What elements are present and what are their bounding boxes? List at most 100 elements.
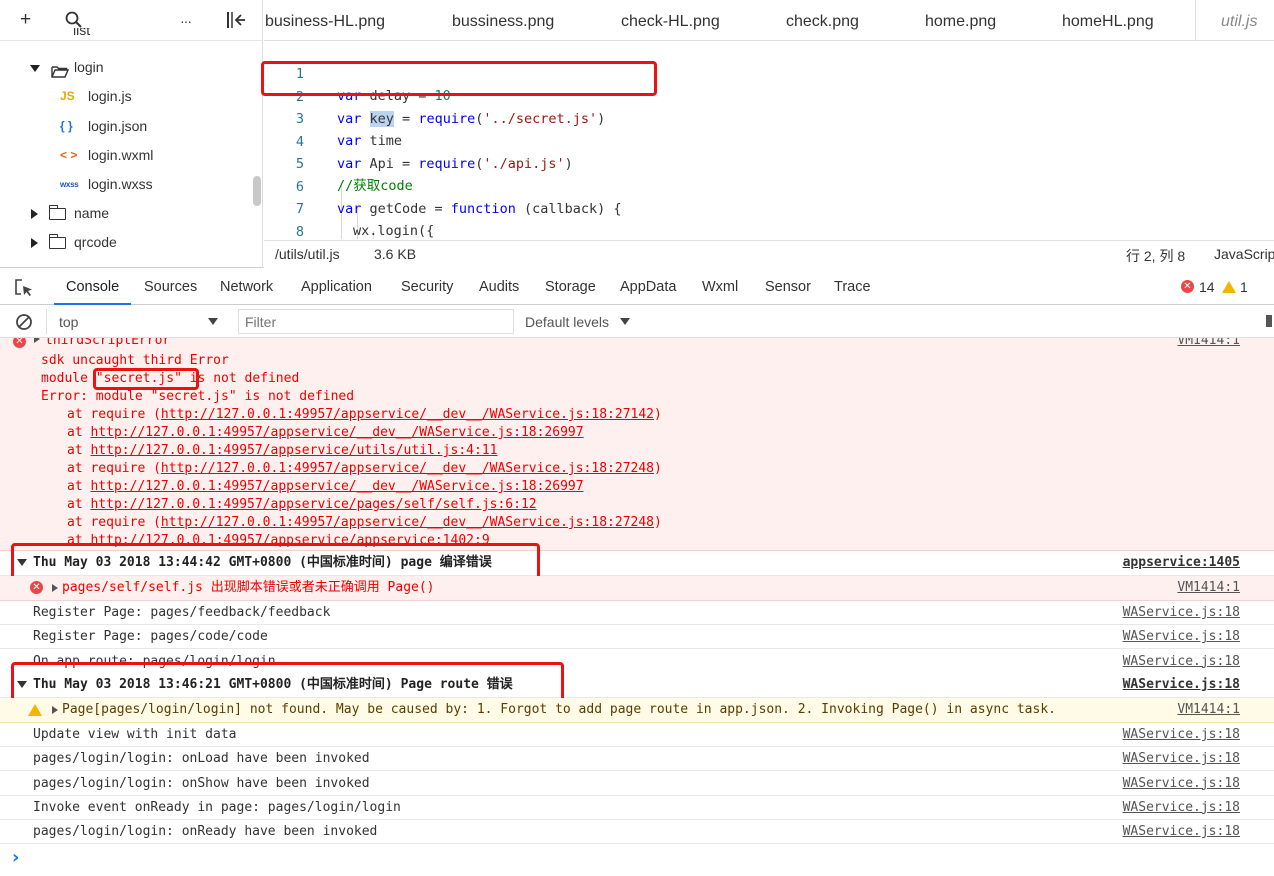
warning-icon xyxy=(1222,281,1236,293)
tab-check-png[interactable]: check.png xyxy=(786,0,859,40)
tree-item-login-json[interactable]: { } login.json xyxy=(0,112,262,141)
tab-network[interactable]: Network xyxy=(220,270,273,305)
explorer-scrollbar[interactable] xyxy=(253,176,261,206)
error-line: Error: module "secret.js" is not defined xyxy=(41,389,355,404)
console-log-message: Update view with init data WAService.js:1… xyxy=(0,723,1274,747)
ide-top-area: + ··· list login JS login.js { } login.j… xyxy=(0,0,1274,268)
devtools-tabs: Console Sources Network Application Secu… xyxy=(0,270,1274,305)
inspect-element-icon[interactable] xyxy=(14,278,34,301)
error-icon: ✕ xyxy=(13,338,26,348)
tab-bussiness-png[interactable]: bussiness.png xyxy=(452,0,554,40)
tab-check-hl-png[interactable]: check-HL.png xyxy=(621,0,720,40)
tab-trace[interactable]: Trace xyxy=(834,270,871,305)
stack-frame: at http://127.0.0.1:49957/appservice/uti… xyxy=(67,443,498,458)
source-link[interactable]: WAService.js:18 xyxy=(1123,650,1240,674)
stack-url-link[interactable]: http://127.0.0.1:49957/appservice/__dev_… xyxy=(161,407,654,422)
tab-application[interactable]: Application xyxy=(301,270,372,305)
stack-url-link[interactable]: http://127.0.0.1:49957/appservice/__dev_… xyxy=(90,479,583,494)
tab-storage[interactable]: Storage xyxy=(545,270,596,305)
console-prompt[interactable]: › xyxy=(0,845,1274,875)
context-select[interactable]: top xyxy=(46,309,226,334)
console-toolbar: top Default levels xyxy=(0,306,1274,338)
console-warning-message: Page[pages/login/login] not found. May b… xyxy=(0,698,1274,723)
source-link[interactable]: WAService.js:18 xyxy=(1123,796,1240,820)
js-file-icon: JS xyxy=(60,89,75,103)
console-error-message: ✕ pages/self/self.js 出现脚本错误或者未正确调用 Page(… xyxy=(0,576,1274,601)
stack-url-link[interactable]: http://127.0.0.1:49957/appservice/utils/… xyxy=(90,443,497,458)
tab-security[interactable]: Security xyxy=(401,270,453,305)
tab-homehl-png[interactable]: homeHL.png xyxy=(1062,0,1154,40)
stack-frame: at require (http://127.0.0.1:49957/appse… xyxy=(67,407,662,422)
source-link[interactable]: VM1414:1 xyxy=(1177,338,1240,353)
error-icon: ✕ xyxy=(1181,280,1194,293)
tab-console[interactable]: Console xyxy=(54,270,132,305)
wxss-file-icon: wxss xyxy=(60,180,79,189)
source-link[interactable]: WAService.js:18 xyxy=(1123,772,1240,796)
error-count[interactable]: 14 xyxy=(1199,279,1215,295)
stack-url-link[interactable]: http://127.0.0.1:49957/appservice/__dev_… xyxy=(161,515,654,530)
tab-sources[interactable]: Sources xyxy=(144,270,197,305)
tree-item-label: qrcode xyxy=(74,234,117,250)
console-log-message: pages/login/login: onReady have been inv… xyxy=(0,820,1274,845)
stack-frame: at require (http://127.0.0.1:49957/appse… xyxy=(67,461,662,476)
tab-business-hl-png[interactable]: business-HL.png xyxy=(265,0,385,40)
error-head: thirdScriptError xyxy=(45,338,171,348)
language-mode[interactable]: JavaScript xyxy=(1214,246,1274,262)
highlight-box xyxy=(11,662,564,702)
editor-statusbar: /utils/util.js 3.6 KB 行 2, 列 8 JavaScrip… xyxy=(264,240,1274,268)
tab-home-png[interactable]: home.png xyxy=(925,0,996,40)
dropdown-arrow-icon xyxy=(208,318,218,325)
code-line: 4 var Api = require('./api.js') xyxy=(295,133,573,173)
filter-input[interactable] xyxy=(238,309,514,334)
source-link[interactable]: WAService.js:18 xyxy=(1123,820,1240,844)
tree-item-name[interactable]: name xyxy=(0,199,262,228)
chevron-right-icon[interactable] xyxy=(31,209,38,219)
tree-item-label: login.wxss xyxy=(88,176,153,192)
file-size: 3.6 KB xyxy=(374,246,417,262)
source-link[interactable]: VM1414:1 xyxy=(1177,576,1240,600)
highlight-box xyxy=(93,368,199,390)
console-output: ✕ thirdScriptError VM1414:1 sdk uncaught… xyxy=(0,338,1274,876)
warning-count[interactable]: 1 xyxy=(1240,279,1248,295)
file-link[interactable]: pages/self/self.js xyxy=(62,580,203,595)
clear-console-icon[interactable] xyxy=(15,313,33,334)
source-link[interactable]: WAService.js:18 xyxy=(1123,747,1240,771)
source-link[interactable]: appservice:1405 xyxy=(1123,551,1240,575)
tree-item-label: login.js xyxy=(88,88,132,104)
console-log-message: pages/login/login: onLoad have been invo… xyxy=(0,747,1274,772)
expand-arrow-icon[interactable] xyxy=(52,584,58,592)
source-link[interactable]: WAService.js:18 xyxy=(1123,601,1240,625)
tab-util-js[interactable]: util.js xyxy=(1195,0,1274,40)
cursor-position[interactable]: 行 2, 列 8 xyxy=(1126,246,1185,266)
tab-wxml[interactable]: Wxml xyxy=(702,270,738,305)
error-icon: ✕ xyxy=(30,581,43,594)
source-link[interactable]: WAService.js:18 xyxy=(1123,723,1240,747)
tab-appdata[interactable]: AppData xyxy=(620,270,676,305)
file-explorer: + ··· list login JS login.js { } login.j… xyxy=(0,0,263,268)
tree-item-qrcode[interactable]: qrcode xyxy=(0,228,262,257)
tree-item-login-wxss[interactable]: wxss login.wxss xyxy=(0,170,262,199)
tree-item-login-wxml[interactable]: < > login.wxml xyxy=(0,141,262,170)
source-link[interactable]: VM1414:1 xyxy=(1177,698,1240,722)
chevron-down-icon[interactable] xyxy=(30,65,40,72)
stack-frame: at require (http://127.0.0.1:49957/appse… xyxy=(67,515,662,530)
tree-item-login-js[interactable]: JS login.js xyxy=(0,82,262,111)
source-link[interactable]: WAService.js:18 xyxy=(1123,625,1240,649)
tree-item-login[interactable]: login xyxy=(0,53,262,82)
settings-icon[interactable] xyxy=(1266,315,1272,327)
tab-sensor[interactable]: Sensor xyxy=(765,270,811,305)
tree-item-label: name xyxy=(74,205,110,221)
console-log-message: pages/login/login: onShow have been invo… xyxy=(0,772,1274,796)
tree-item-list[interactable]: list xyxy=(0,28,262,42)
code-line: 5 //获取code xyxy=(295,155,413,195)
source-link[interactable]: WAService.js:18 xyxy=(1123,673,1240,697)
expand-arrow-icon[interactable] xyxy=(34,338,40,343)
stack-url-link[interactable]: http://127.0.0.1:49957/appservice/__dev_… xyxy=(90,425,583,440)
stack-url-link[interactable]: http://127.0.0.1:49957/appservice/pages/… xyxy=(90,497,536,512)
console-log-message: Register Page: pages/code/code WAService.… xyxy=(0,625,1274,650)
chevron-right-icon[interactable] xyxy=(31,238,38,248)
stack-url-link[interactable]: http://127.0.0.1:49957/appservice/__dev_… xyxy=(161,461,654,476)
tab-audits[interactable]: Audits xyxy=(479,270,519,305)
log-levels-select[interactable]: Default levels xyxy=(525,309,635,334)
expand-arrow-icon[interactable] xyxy=(52,706,58,714)
